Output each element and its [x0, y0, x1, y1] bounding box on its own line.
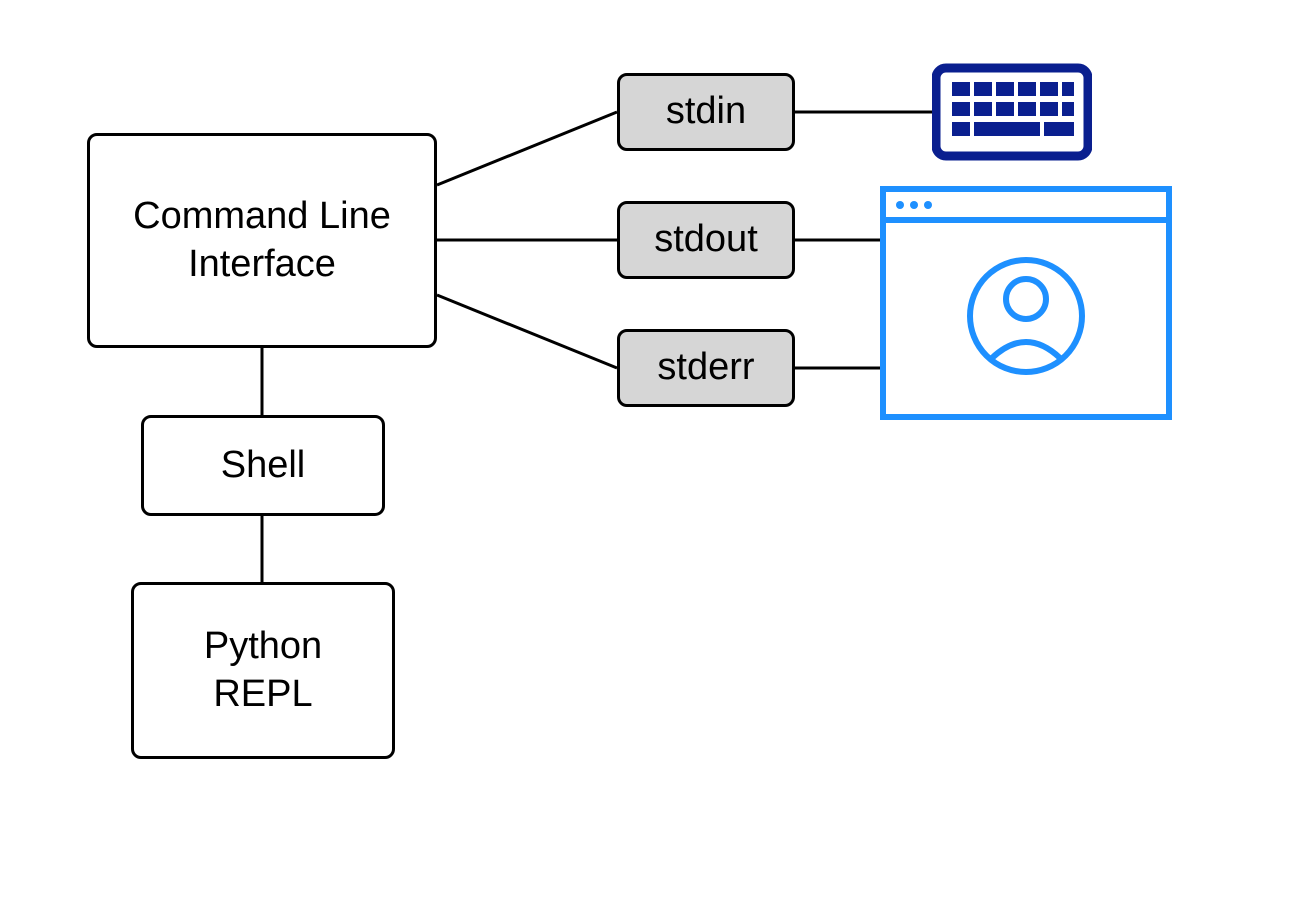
node-stderr: stderr — [617, 329, 795, 407]
node-stdout: stdout — [617, 201, 795, 279]
node-cli-label: Command LineInterface — [133, 193, 391, 288]
node-cli: Command LineInterface — [87, 133, 437, 348]
diagram-canvas: Command LineInterface Shell PythonREPL s… — [0, 0, 1303, 901]
node-shell: Shell — [141, 415, 385, 516]
node-stderr-label: stderr — [657, 344, 754, 392]
node-shell-label: Shell — [221, 442, 306, 490]
terminal-user-window-icon — [880, 186, 1172, 420]
node-repl-label: PythonREPL — [204, 623, 322, 718]
node-stdout-label: stdout — [654, 216, 758, 264]
keyboard-icon — [932, 62, 1092, 162]
edge-cli-stdin — [437, 112, 617, 185]
node-stdin-label: stdin — [666, 88, 746, 136]
node-stdin: stdin — [617, 73, 795, 151]
node-repl: PythonREPL — [131, 582, 395, 759]
edge-cli-stderr — [437, 295, 617, 368]
